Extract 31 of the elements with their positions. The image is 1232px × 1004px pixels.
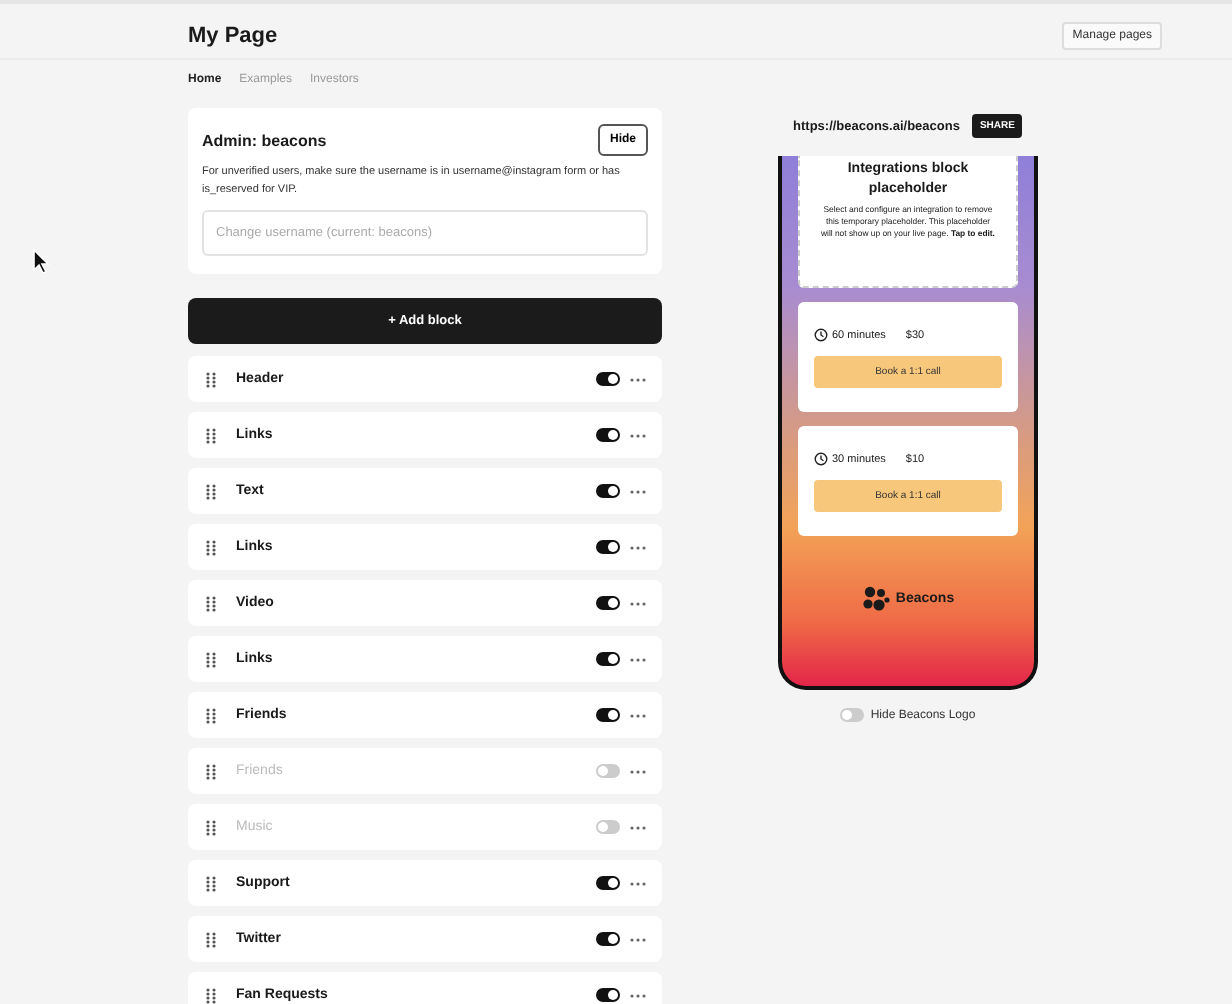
toggle-switch[interactable] — [840, 708, 865, 722]
toggle-switch[interactable] — [596, 484, 620, 498]
toggle-switch[interactable] — [596, 820, 620, 834]
drag-handle-icon[interactable] — [206, 987, 216, 1003]
drag-handle-icon[interactable] — [206, 875, 216, 891]
toggle-switch[interactable] — [596, 932, 620, 946]
toggle-switch[interactable] — [596, 652, 620, 666]
drag-handle-icon[interactable] — [206, 483, 216, 499]
cursor-icon — [32, 248, 50, 274]
toggle-switch[interactable] — [596, 988, 620, 1002]
page-title: My Page — [188, 24, 278, 48]
drag-handle-icon[interactable] — [206, 819, 216, 835]
drag-handle-icon[interactable] — [206, 651, 216, 667]
drag-handle-icon[interactable] — [206, 707, 216, 723]
toggle-switch[interactable] — [596, 708, 620, 722]
drag-handle-icon[interactable] — [206, 427, 216, 443]
clock-icon — [814, 452, 828, 466]
toggle-switch[interactable] — [596, 764, 620, 778]
toggle-switch[interactable] — [596, 876, 620, 890]
toggle-switch[interactable] — [596, 428, 620, 442]
toggle-switch[interactable] — [596, 540, 620, 554]
logo-icon — [861, 586, 890, 612]
toggle-switch[interactable] — [596, 596, 620, 610]
drag-handle-icon[interactable] — [206, 371, 216, 387]
drag-handle-icon[interactable] — [206, 595, 216, 611]
admin-title: Admin: beacons — [202, 131, 327, 149]
drag-handle-icon[interactable] — [206, 931, 216, 947]
toggle-switch[interactable] — [596, 372, 620, 386]
clock-icon — [814, 328, 828, 342]
drag-handle-icon[interactable] — [206, 539, 216, 555]
drag-handle-icon[interactable] — [206, 763, 216, 779]
